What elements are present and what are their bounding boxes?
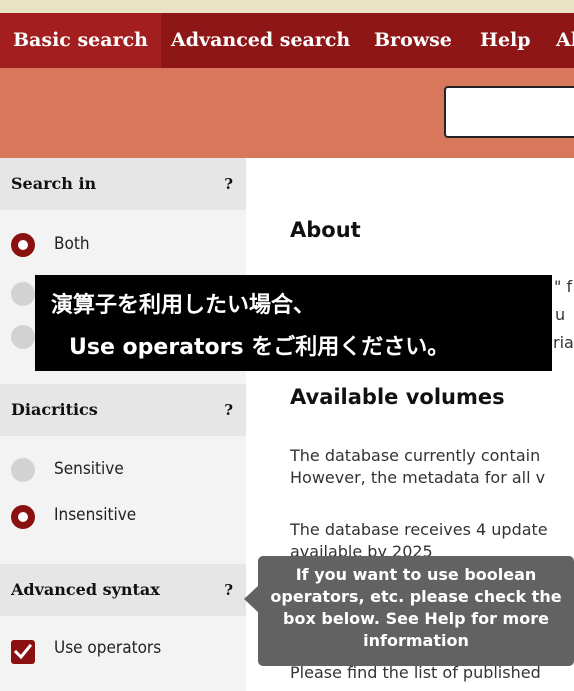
about-fragment-3: ria bbox=[553, 333, 574, 352]
radio-insensitive[interactable] bbox=[11, 505, 35, 529]
radio-sensitive[interactable] bbox=[11, 458, 35, 482]
search-bar bbox=[0, 68, 574, 158]
tooltip-text: If you want to use boolean operators, et… bbox=[270, 565, 562, 650]
nav-advanced-search[interactable]: Advanced search bbox=[171, 13, 350, 68]
radio-both[interactable] bbox=[11, 233, 35, 257]
search-in-help-icon[interactable]: ? bbox=[224, 158, 233, 210]
checkmark-icon bbox=[14, 643, 32, 660]
advanced-syntax-title: Advanced syntax bbox=[11, 580, 160, 599]
japanese-caption-overlay: 演算子を利用したい場合、 Use operators をご利用ください。 bbox=[35, 275, 552, 371]
nav-about[interactable]: Al bbox=[556, 13, 574, 68]
diacritics-title: Diacritics bbox=[11, 400, 98, 419]
para1-line2: However, the metadata for all v bbox=[290, 468, 546, 487]
search-input[interactable] bbox=[444, 86, 574, 138]
advanced-syntax-header: Advanced syntax ? bbox=[0, 564, 246, 616]
about-fragment-2: u bbox=[555, 305, 566, 324]
top-strip bbox=[0, 0, 574, 13]
radio-option-3[interactable] bbox=[11, 325, 35, 349]
radio-insensitive-label[interactable]: Insensitive bbox=[54, 505, 136, 525]
diacritics-help-icon[interactable]: ? bbox=[224, 384, 233, 436]
nav-basic-search[interactable]: Basic search bbox=[0, 13, 161, 68]
para1-line1: The database currently contain bbox=[290, 446, 541, 465]
nav-browse[interactable]: Browse bbox=[374, 13, 452, 68]
diacritics-header: Diacritics ? bbox=[0, 384, 246, 436]
use-operators-label[interactable]: Use operators bbox=[54, 638, 161, 658]
use-operators-checkbox[interactable] bbox=[11, 640, 35, 664]
sidebar: Search in ? Both Diacritics ? Sensitive … bbox=[0, 158, 246, 691]
main-nav: Basic search Advanced search Browse Help… bbox=[0, 13, 574, 68]
help-tooltip: If you want to use boolean operators, et… bbox=[258, 556, 574, 666]
radio-option-2[interactable] bbox=[11, 282, 35, 306]
nav-help[interactable]: Help bbox=[480, 13, 531, 68]
about-fragment-1: " f bbox=[554, 277, 573, 296]
radio-both-label[interactable]: Both bbox=[54, 234, 90, 254]
about-heading: About bbox=[290, 218, 361, 242]
advanced-syntax-help-icon[interactable]: ? bbox=[224, 564, 233, 616]
available-volumes-heading: Available volumes bbox=[290, 385, 505, 409]
radio-sensitive-label[interactable]: Sensitive bbox=[54, 459, 124, 479]
caption-line-1: 演算子を利用したい場合、 bbox=[51, 293, 316, 318]
search-in-title: Search in bbox=[11, 174, 97, 193]
tooltip-arrow bbox=[244, 585, 259, 613]
search-in-header: Search in ? bbox=[0, 158, 246, 210]
para2-line1: The database receives 4 update bbox=[290, 520, 548, 539]
caption-line-2: Use operators をご利用ください。 bbox=[69, 335, 450, 360]
